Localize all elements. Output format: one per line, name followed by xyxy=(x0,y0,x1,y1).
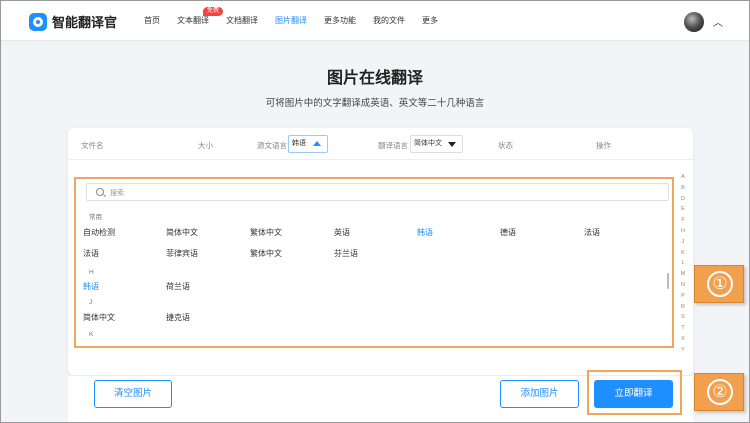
language-option[interactable]: 英语 xyxy=(334,227,350,238)
language-dropdown: 搜索 常用 自动检测 简体中文 繁体中文 英语 韩语 德语 法语 法语 菲律宾语… xyxy=(74,175,673,348)
language-option[interactable]: 法语 xyxy=(83,248,99,259)
chevron-up-icon[interactable]: ︿ xyxy=(713,14,723,29)
index-letter[interactable]: X xyxy=(678,334,688,345)
language-option[interactable]: 德语 xyxy=(500,227,516,238)
language-option[interactable]: 简体中文 xyxy=(83,312,115,323)
nav-item-image-translate[interactable]: 图片翻译 xyxy=(275,1,307,41)
language-option[interactable]: 简体中文 xyxy=(166,227,198,238)
dropdown-scrollbar[interactable] xyxy=(667,273,669,289)
nav-item-text-translate[interactable]: 文本翻译 免费 xyxy=(177,1,224,41)
index-letter[interactable]: P xyxy=(678,291,688,302)
nav-item-label: 文本翻译 xyxy=(177,16,209,25)
index-letter[interactable]: B xyxy=(678,183,688,194)
index-letter[interactable]: M xyxy=(678,269,688,280)
group-label-h: H xyxy=(89,269,94,276)
column-size: 大小 xyxy=(198,141,213,150)
page-subtitle: 可将图片中的文字翻译成英语、英文等二十几种语言 xyxy=(265,98,485,109)
app-name: 智能翻译官 xyxy=(52,15,118,30)
upload-card: 文件名 大小 源文语言 韩语 翻译语言 简体中文 状态 操作 搜索 常用 自动检… xyxy=(68,128,693,375)
nav-item-my-files[interactable]: 我的文件 xyxy=(373,1,405,41)
nav-item-document-translate[interactable]: 文档翻译 xyxy=(226,1,258,41)
index-letter[interactable]: J xyxy=(678,237,688,248)
page-title: 图片在线翻译 xyxy=(326,70,423,87)
index-letter[interactable]: A xyxy=(678,172,688,183)
clear-images-button[interactable]: 清空图片 xyxy=(94,380,172,408)
source-language-select[interactable]: 韩语 xyxy=(288,135,328,153)
column-action: 操作 xyxy=(596,141,611,150)
callout-step-2: ② xyxy=(694,373,744,411)
nav-item-home[interactable]: 首页 xyxy=(144,1,160,41)
search-placeholder: 搜索 xyxy=(110,190,124,197)
group-label-j: J xyxy=(89,299,93,306)
nav-item-more-features[interactable]: 更多功能 xyxy=(324,1,356,41)
caret-down-icon xyxy=(448,142,456,147)
language-option[interactable]: 繁体中文 xyxy=(250,248,282,259)
add-image-button[interactable]: 添加图片 xyxy=(500,380,579,408)
user-avatar[interactable] xyxy=(684,12,704,32)
index-letter[interactable]: E xyxy=(678,204,688,215)
language-option[interactable]: 荷兰语 xyxy=(166,281,190,292)
caret-up-icon xyxy=(313,141,321,146)
index-letter[interactable]: S xyxy=(678,312,688,323)
step-number: ② xyxy=(707,379,733,405)
file-table-header: 文件名 大小 源文语言 韩语 翻译语言 简体中文 状态 操作 xyxy=(68,128,693,160)
language-option[interactable]: 繁体中文 xyxy=(250,227,282,238)
index-letter[interactable]: R xyxy=(678,302,688,313)
group-label-common: 常用 xyxy=(89,214,102,221)
index-letter[interactable]: K xyxy=(678,248,688,259)
index-letter[interactable]: H xyxy=(678,226,688,237)
app-logo-icon xyxy=(29,12,47,31)
column-status: 状态 xyxy=(498,141,513,150)
column-filename: 文件名 xyxy=(81,141,104,150)
step-number: ① xyxy=(707,271,733,297)
main-nav: 首页 文本翻译 免费 文档翻译 图片翻译 更多功能 我的文件 更多 xyxy=(144,1,455,41)
index-letter[interactable]: F xyxy=(678,215,688,226)
language-option-selected[interactable]: 韩语 xyxy=(417,227,433,238)
index-letter[interactable]: N xyxy=(678,280,688,291)
translate-now-button[interactable]: 立即翻译 xyxy=(594,380,673,408)
language-option[interactable]: 捷克语 xyxy=(166,312,190,323)
language-option[interactable]: 菲律宾语 xyxy=(166,248,198,259)
index-letter[interactable]: D xyxy=(678,194,688,205)
column-target-lang: 翻译语言 xyxy=(378,141,408,150)
callout-step-1: ① xyxy=(694,265,744,303)
group-label-k: K xyxy=(89,331,94,338)
language-option[interactable]: 法语 xyxy=(584,227,600,238)
target-language-select[interactable]: 简体中文 xyxy=(410,135,463,153)
index-letter[interactable]: Y xyxy=(678,345,688,356)
nav-item-more[interactable]: 更多 xyxy=(422,1,438,41)
index-letter[interactable]: T xyxy=(678,323,688,334)
target-language-value: 简体中文 xyxy=(414,140,442,147)
alphabet-index: A B D E F H J K L M N P R S T X Y xyxy=(678,172,688,356)
source-language-value: 韩语 xyxy=(292,140,306,147)
language-option-selected[interactable]: 韩语 xyxy=(83,281,99,292)
language-option[interactable]: 自动检测 xyxy=(83,227,115,238)
column-source-lang: 源文语言 xyxy=(257,141,287,150)
language-search-input[interactable]: 搜索 xyxy=(86,183,669,201)
logo[interactable]: 智能翻译官 xyxy=(29,12,117,31)
index-letter[interactable]: L xyxy=(678,258,688,269)
language-option[interactable]: 芬兰语 xyxy=(334,248,358,259)
free-badge: 免费 xyxy=(203,7,224,16)
top-navigation-bar: 智能翻译官 首页 文本翻译 免费 文档翻译 图片翻译 更多功能 我的文件 更多 … xyxy=(1,1,749,41)
search-icon xyxy=(96,188,104,196)
